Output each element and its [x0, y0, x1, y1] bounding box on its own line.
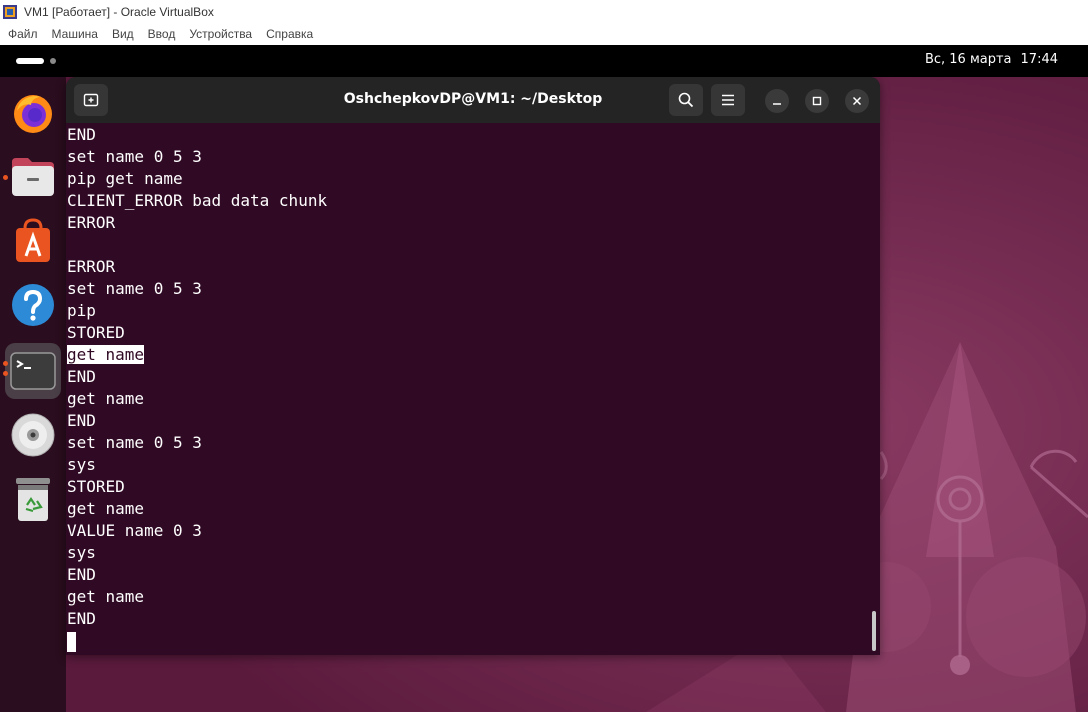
clock-date: Вс, 16 марта: [924, 52, 1012, 67]
terminal-prompt-line[interactable]: [67, 630, 867, 652]
search-button[interactable]: [669, 84, 703, 116]
terminal-line: END: [67, 125, 96, 144]
dock-item-help[interactable]: [5, 277, 61, 333]
menu-devices[interactable]: Устройства: [189, 27, 252, 41]
terminal-line: set name 0 5 3: [67, 433, 202, 452]
menu-button[interactable]: [711, 84, 745, 116]
terminal-window[interactable]: OshchepkovDP@VM1: ~/Desktop END set name…: [66, 77, 880, 655]
host-window-title: VM1 [Работает] - Oracle VirtualBox: [24, 4, 214, 19]
terminal-line: END: [67, 411, 96, 430]
workspace-dot[interactable]: [50, 58, 56, 64]
menu-help[interactable]: Справка: [266, 27, 313, 41]
files-running-indicator: [3, 175, 8, 180]
folder-icon: [12, 158, 54, 196]
terminal-line: STORED: [67, 477, 125, 496]
terminal-running-indicator-1: [3, 361, 8, 366]
terminal-line: sys: [67, 543, 96, 562]
selected-text[interactable]: get name: [67, 345, 145, 364]
help-icon: [12, 284, 54, 326]
menu-view[interactable]: Вид: [112, 27, 134, 41]
close-icon: [852, 96, 862, 106]
terminal-line: VALUE name 0 3: [67, 521, 202, 540]
terminal-line: STORED: [67, 323, 125, 342]
terminal-line: set name 0 5 3: [67, 279, 202, 298]
terminal-line: get name: [67, 499, 145, 518]
close-button[interactable]: [845, 89, 869, 113]
maximize-icon: [812, 96, 822, 106]
terminal-line: sys: [67, 455, 96, 474]
terminal-line-highlighted: get name: [67, 344, 867, 366]
terminal-line: get name: [67, 587, 145, 606]
maximize-button[interactable]: [805, 89, 829, 113]
terminal-line: ERROR: [67, 257, 116, 276]
terminal-line: ERROR: [67, 213, 116, 232]
dock-item-terminal[interactable]: [5, 343, 61, 399]
menu-machine[interactable]: Машина: [52, 27, 98, 41]
dock-item-disc[interactable]: [5, 407, 61, 463]
dock-item-trash[interactable]: [5, 471, 61, 527]
search-icon: [678, 92, 694, 108]
terminal-output[interactable]: END set name 0 5 3 pip get name CLIENT_E…: [67, 124, 867, 654]
activities-indicator[interactable]: [16, 58, 44, 64]
terminal-line: get name: [67, 389, 145, 408]
terminal-line: END: [67, 367, 96, 386]
terminal-line: END: [67, 565, 96, 584]
clock[interactable]: Вс, 16 марта 17:44: [925, 52, 1058, 67]
terminal-title: OshchepkovDP@VM1: ~/Desktop: [343, 91, 603, 107]
dock: [0, 77, 66, 712]
terminal-headerbar[interactable]: OshchepkovDP@VM1: ~/Desktop: [66, 77, 880, 123]
terminal-line: END: [67, 609, 96, 628]
host-titlebar: VM1 [Работает] - Oracle VirtualBox: [0, 0, 1088, 23]
virtualbox-logo-icon: [2, 4, 18, 20]
clock-time: 17:44: [1020, 52, 1058, 67]
minimize-button[interactable]: [765, 89, 789, 113]
menu-input[interactable]: Ввод: [148, 27, 176, 41]
dock-item-files[interactable]: [5, 149, 61, 205]
terminal-line: pip: [67, 301, 96, 320]
scrollbar-thumb[interactable]: [872, 611, 876, 651]
host-menubar: Файл Машина Вид Ввод Устройства Справка: [0, 23, 1088, 46]
terminal-line: CLIENT_ERROR bad data chunk: [67, 191, 328, 210]
app-store-icon: [16, 218, 50, 262]
trash-icon: [16, 478, 50, 521]
terminal-line: pip get name: [67, 169, 183, 188]
terminal-line: set name 0 5 3: [67, 147, 202, 166]
gnome-top-bar: Вс, 16 марта 17:44: [0, 45, 1088, 77]
terminal-running-indicator-2: [3, 371, 8, 376]
text-cursor: [67, 631, 76, 652]
dock-item-firefox[interactable]: [5, 85, 61, 141]
optical-disc-icon: [11, 413, 55, 457]
firefox-icon: [14, 95, 52, 133]
minimize-icon: [773, 103, 781, 105]
terminal-icon: [10, 352, 56, 390]
hamburger-menu-icon: [722, 94, 734, 106]
menu-file[interactable]: Файл: [8, 27, 38, 41]
dock-item-app-center[interactable]: [5, 213, 61, 269]
